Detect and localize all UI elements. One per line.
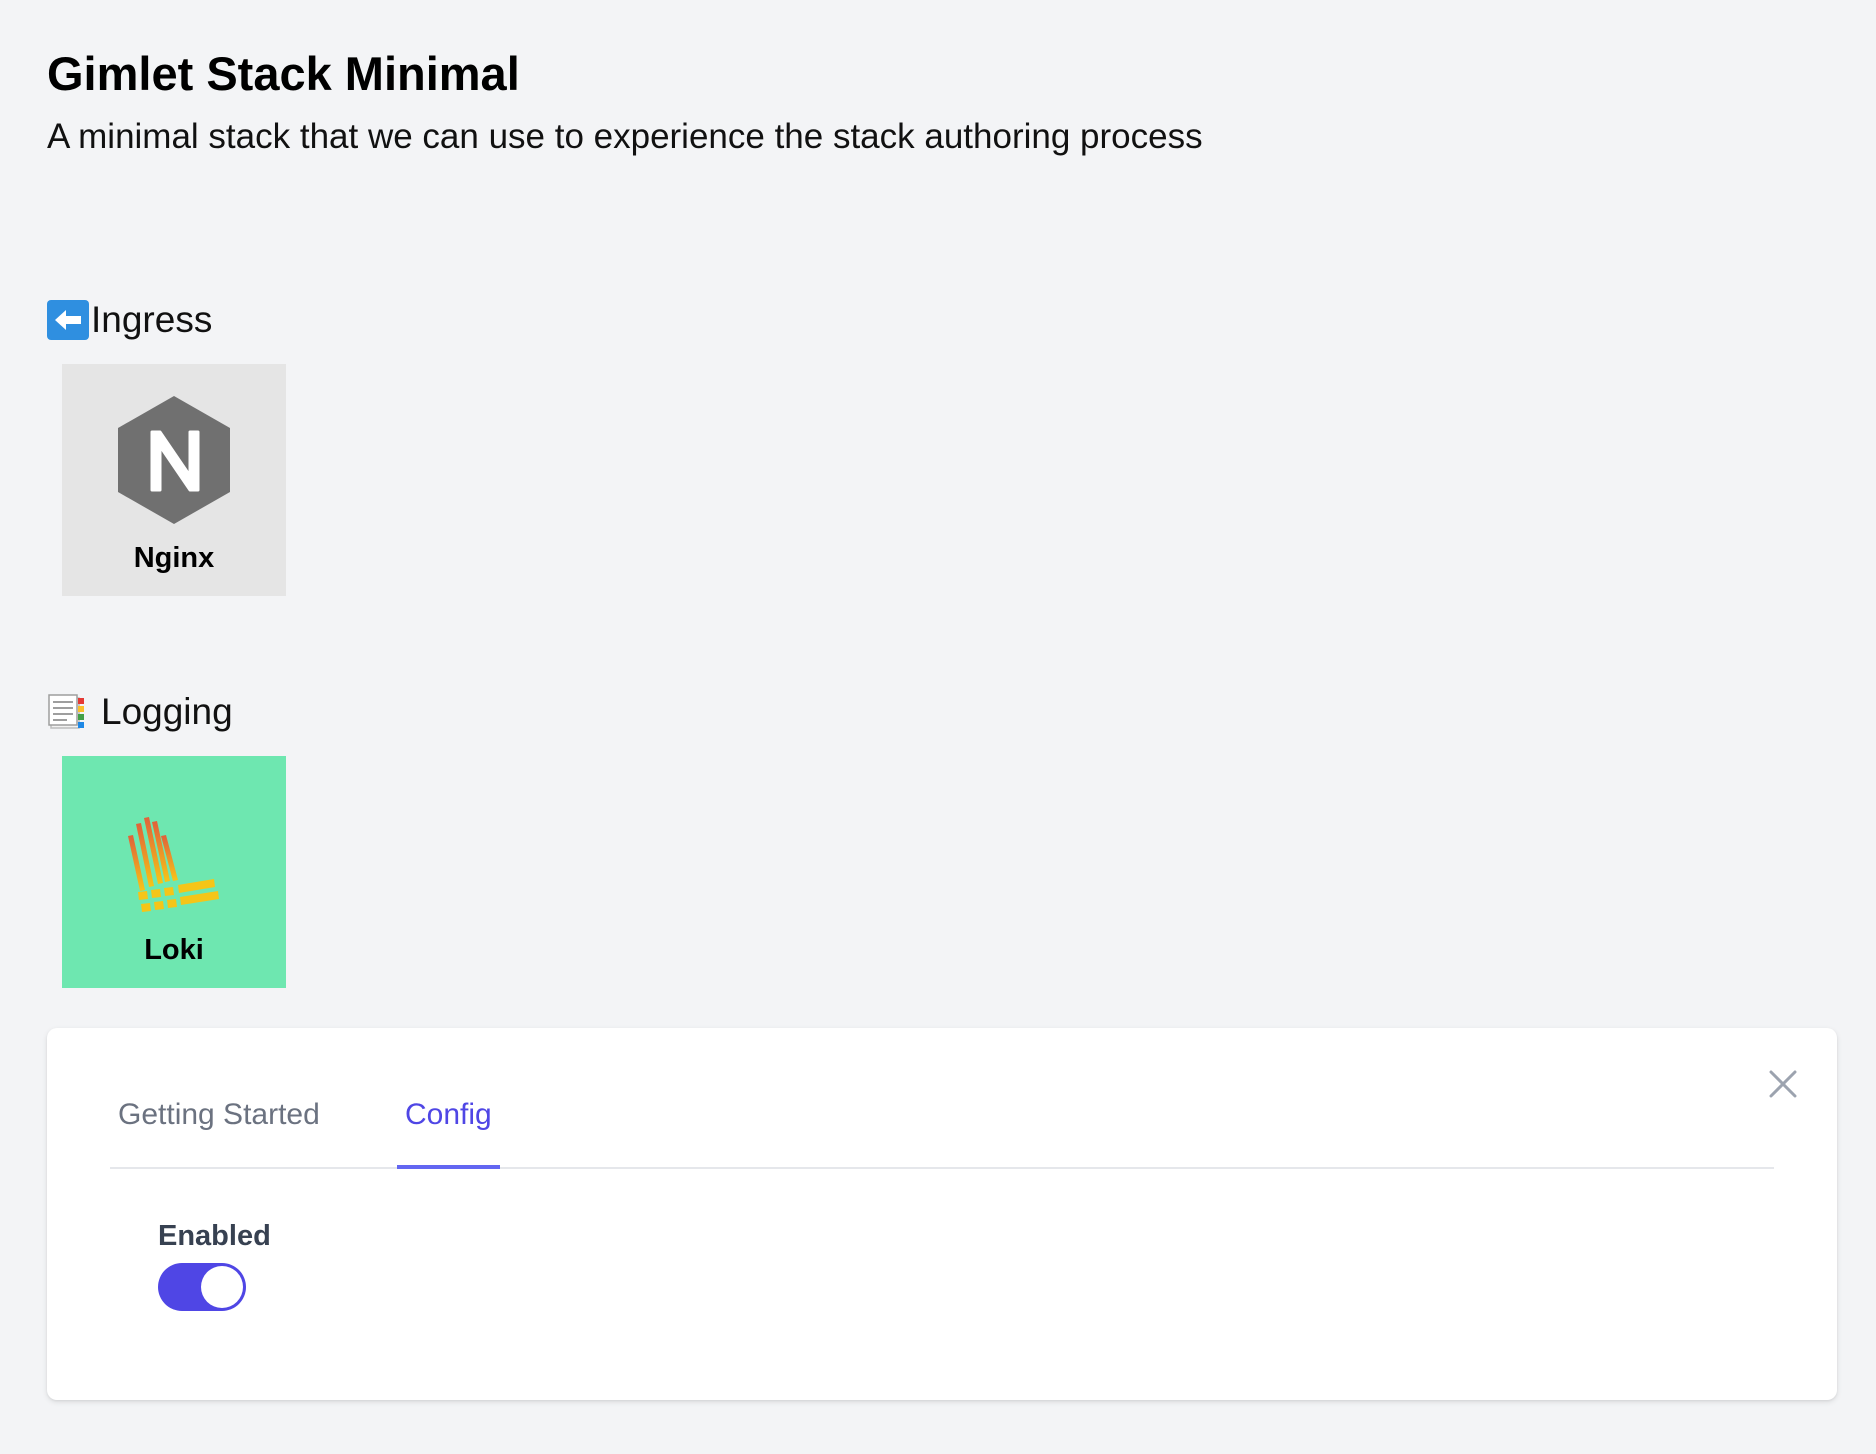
component-tile-loki[interactable]: Loki (62, 756, 286, 988)
close-icon[interactable] (1765, 1066, 1801, 1102)
component-config-panel: Getting Started Config Enabled (47, 1028, 1837, 1400)
bookmark-tabs-icon (48, 694, 84, 729)
left-arrow-icon (47, 300, 89, 340)
stack-description: A minimal stack that we can use to exper… (47, 117, 1203, 156)
enabled-toggle[interactable] (158, 1263, 246, 1311)
enabled-label: Enabled (158, 1220, 271, 1252)
tab-config[interactable]: Config (397, 1030, 500, 1169)
tab-bar: Getting Started Config (110, 1028, 1774, 1169)
category-label: Ingress (91, 299, 213, 340)
loki-logo (128, 817, 219, 912)
component-name: Loki (144, 934, 204, 966)
category-heading-ingress: Ingress (47, 296, 212, 344)
stack-title: Gimlet Stack Minimal (47, 47, 520, 100)
category-label: Logging (101, 691, 233, 732)
stack-page: Gimlet Stack Minimal A minimal stack tha… (0, 0, 1876, 1454)
category-heading-logging: Logging (47, 688, 233, 736)
toggle-knob (201, 1266, 243, 1308)
component-name: Nginx (133, 542, 215, 574)
component-tile-nginx[interactable]: Nginx (62, 364, 286, 596)
tab-getting-started[interactable]: Getting Started (110, 1030, 328, 1169)
nginx-logo (118, 396, 230, 524)
